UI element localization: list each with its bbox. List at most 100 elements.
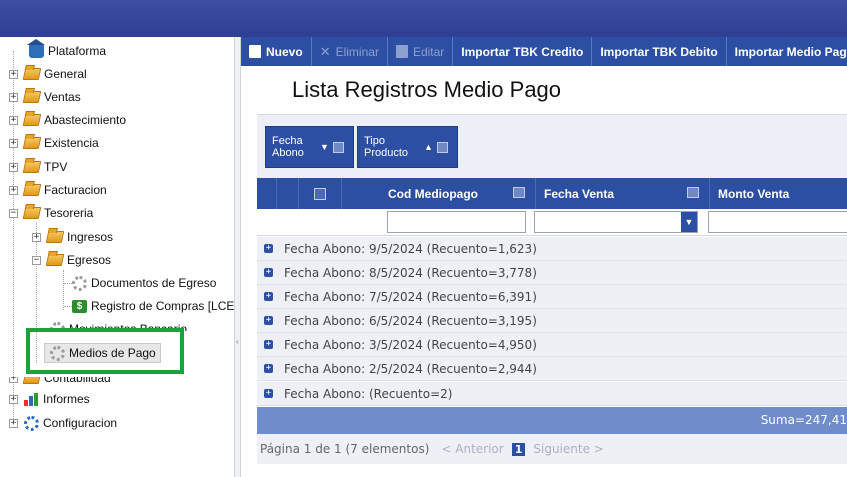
tree-item-egresos[interactable]: − Egresos xyxy=(32,250,111,270)
eliminar-button[interactable]: ✕ Eliminar xyxy=(312,37,388,66)
group-row-label: Fecha Abono: 2/5/2024 (Recuento=2,944) xyxy=(284,361,537,376)
tree-item-configuracion[interactable]: + Configuracion xyxy=(9,413,117,433)
group-label: Tipo Producto xyxy=(364,135,409,159)
group-fecha-abono-button[interactable]: Fecha Abono ▼ xyxy=(265,126,354,168)
expand-icon[interactable]: + xyxy=(9,115,18,125)
cod-mediopago-filter-input[interactable] xyxy=(387,211,526,233)
column-label: Monto Venta xyxy=(718,186,790,201)
previous-page-link[interactable]: < Anterior xyxy=(441,442,503,456)
select-all-column xyxy=(299,178,342,209)
folder-icon xyxy=(22,91,42,103)
gear-icon xyxy=(72,275,87,291)
grid-header: Cod Mediopago Fecha Venta Monto Venta xyxy=(257,178,847,209)
tree-line xyxy=(64,283,72,284)
importar-tbk-credito-label: Importar TBK Credito xyxy=(461,44,584,59)
tree-line xyxy=(13,51,14,425)
expand-group-icon[interactable]: + xyxy=(264,268,273,277)
folder-icon xyxy=(22,114,42,126)
expand-icon[interactable]: + xyxy=(9,92,18,102)
expand-icon[interactable]: + xyxy=(9,185,18,195)
gear-icon xyxy=(24,415,39,431)
group-row[interactable]: + Fecha Abono: 9/5/2024 (Recuento=1,623) xyxy=(257,237,847,261)
group-row-label: Fecha Abono: 3/5/2024 (Recuento=4,950) xyxy=(284,337,537,352)
expand-group-icon[interactable]: + xyxy=(264,316,273,325)
tree-item-label: Tesoreria xyxy=(44,206,94,220)
select-all-checkbox[interactable] xyxy=(314,187,326,200)
group-row[interactable]: + Fecha Abono: 8/5/2024 (Recuento=3,778) xyxy=(257,261,847,285)
group-row-label: Fecha Abono: 6/5/2024 (Recuento=3,195) xyxy=(284,313,537,328)
current-page-number[interactable]: 1 xyxy=(511,442,526,456)
column-cod-mediopago[interactable]: Cod Mediopago xyxy=(342,178,536,209)
expand-icon[interactable]: + xyxy=(9,394,18,404)
navigation-tree: Plataforma + General + Ventas + Abasteci… xyxy=(0,37,238,477)
tree-item-label: Existencia xyxy=(44,136,99,150)
group-row[interactable]: + Fecha Abono: 2/5/2024 (Recuento=2,944) xyxy=(257,357,847,381)
importar-tbk-credito-button[interactable]: Importar TBK Credito xyxy=(453,37,593,66)
edit-icon xyxy=(395,45,408,58)
filter-icon[interactable] xyxy=(513,187,525,198)
nuevo-button[interactable]: Nuevo xyxy=(241,37,312,66)
top-header-bar xyxy=(0,0,847,37)
editar-label: Editar xyxy=(412,44,445,59)
importar-medio-pago-label: Importar Medio Pago xyxy=(734,44,847,59)
tree-item-abastecimiento[interactable]: + Abastecimiento xyxy=(9,110,126,130)
group-row[interactable]: + Fecha Abono: 7/5/2024 (Recuento=6,391) xyxy=(257,285,847,309)
grid-footer: Suma=247,41 xyxy=(257,407,847,434)
tree-item-existencia[interactable]: + Existencia xyxy=(9,133,99,153)
expand-icon[interactable]: + xyxy=(9,418,18,428)
monto-venta-filter-input[interactable] xyxy=(708,211,847,233)
filter-icon[interactable] xyxy=(436,141,448,153)
tree-item-documentos-de-egreso[interactable]: Documentos de Egreso xyxy=(72,273,216,293)
folder-icon xyxy=(22,137,42,149)
importar-tbk-debito-button[interactable]: Importar TBK Debito xyxy=(592,37,727,66)
group-by-area: Fecha Abono ▼ Tipo Producto ▲ xyxy=(257,114,847,178)
group-tipo-producto-button[interactable]: Tipo Producto ▲ xyxy=(357,126,458,168)
group-row[interactable]: + Fecha Abono: 3/5/2024 (Recuento=4,950) xyxy=(257,333,847,357)
expand-group-icon[interactable]: + xyxy=(264,292,273,301)
tree-item-label: Plataforma xyxy=(48,44,107,58)
collapse-icon[interactable]: − xyxy=(9,208,18,218)
tree-item-tpv[interactable]: + TPV xyxy=(9,157,67,177)
home-icon xyxy=(27,39,45,58)
expand-icon[interactable]: + xyxy=(9,138,18,148)
folder-icon xyxy=(22,207,42,219)
dropdown-arrow-icon[interactable]: ▼ xyxy=(681,212,697,232)
tree-item-tesoreria[interactable]: − Tesoreria xyxy=(9,203,93,223)
editar-button[interactable]: Editar xyxy=(388,37,454,66)
importar-medio-pago-button[interactable]: Importar Medio Pago xyxy=(727,37,847,66)
expand-icon[interactable]: + xyxy=(32,232,41,242)
expand-group-icon[interactable]: + xyxy=(264,389,273,398)
filter-icon[interactable] xyxy=(332,141,344,153)
tree-item-plataforma[interactable]: Plataforma xyxy=(14,39,107,61)
column-label: Fecha Venta xyxy=(544,186,615,201)
column-monto-venta[interactable]: Monto Venta xyxy=(710,178,847,209)
expand-icon[interactable]: + xyxy=(9,162,18,172)
expand-icon[interactable]: + xyxy=(9,69,18,79)
expand-group-icon[interactable]: + xyxy=(264,340,273,349)
filter-icon[interactable] xyxy=(687,187,699,198)
nuevo-label: Nuevo xyxy=(266,44,303,59)
expand-group-icon[interactable]: + xyxy=(264,244,273,253)
pager: Página 1 de 1 (7 elementos) < Anterior 1… xyxy=(257,434,847,464)
sort-asc-icon: ▲ xyxy=(424,142,433,152)
tree-line xyxy=(64,306,72,307)
collapse-icon[interactable]: − xyxy=(32,255,41,265)
group-row-label: Fecha Abono: 8/5/2024 (Recuento=3,778) xyxy=(284,265,537,280)
group-row[interactable]: + Fecha Abono: 6/5/2024 (Recuento=3,195) xyxy=(257,309,847,333)
tree-item-label: Ingresos xyxy=(67,230,114,244)
tree-item-informes[interactable]: + Informes xyxy=(9,389,90,409)
tree-item-general[interactable]: + General xyxy=(9,64,87,84)
fecha-venta-filter-input[interactable]: ▼ xyxy=(534,211,698,233)
column-fecha-venta[interactable]: Fecha Venta xyxy=(536,178,710,209)
expand-group-icon[interactable]: + xyxy=(264,364,273,373)
group-indent-column xyxy=(277,178,299,209)
next-page-link[interactable]: Siguiente > xyxy=(533,442,603,456)
tree-item-registro-de-compras[interactable]: $ Registro de Compras [LCE] xyxy=(72,296,238,316)
group-row[interactable]: + Fecha Abono: (Recuento=2) xyxy=(257,382,847,406)
tree-item-facturacion[interactable]: + Facturacion xyxy=(9,180,107,200)
tree-item-ingresos[interactable]: + Ingresos xyxy=(32,227,113,247)
folder-icon xyxy=(22,184,42,196)
pager-info: Página 1 de 1 (7 elementos) xyxy=(260,442,430,456)
panel-splitter[interactable]: ‹ xyxy=(234,37,241,477)
tree-item-ventas[interactable]: + Ventas xyxy=(9,87,81,107)
